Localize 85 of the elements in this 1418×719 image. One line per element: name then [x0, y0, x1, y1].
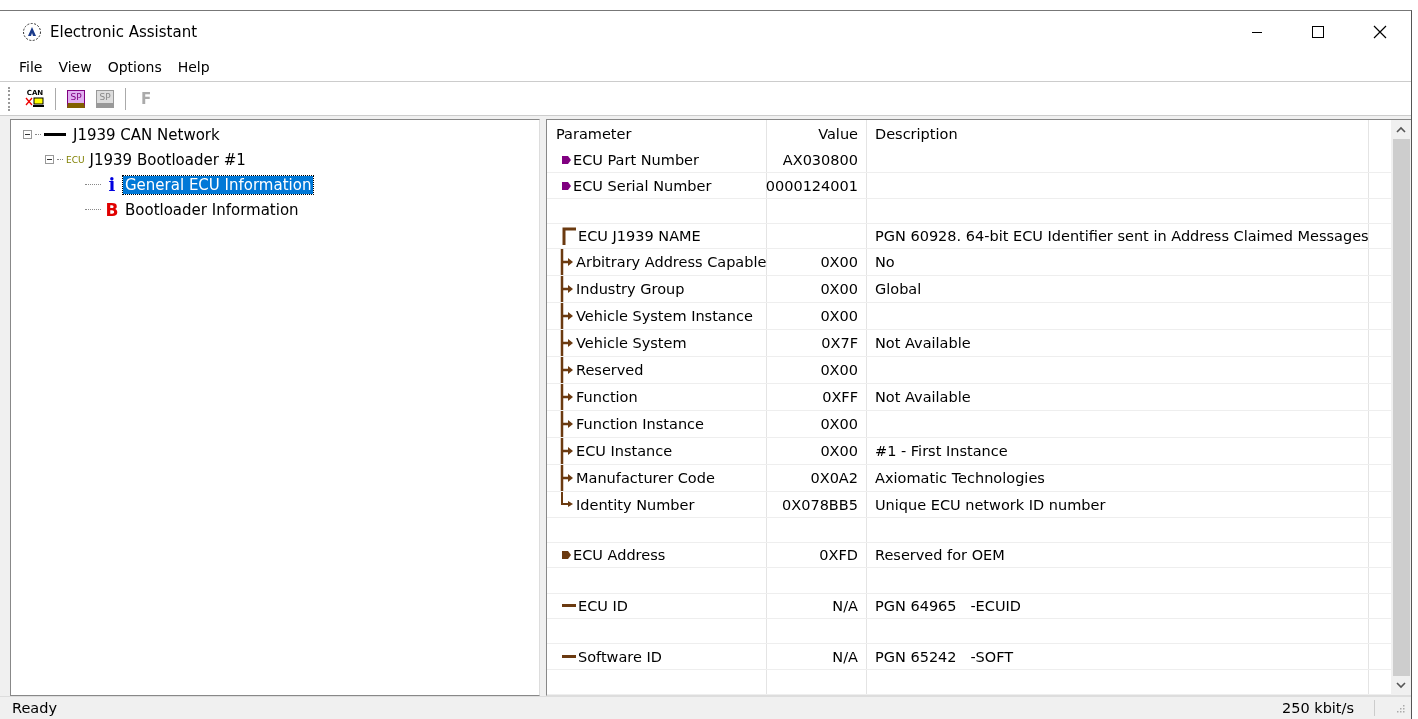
parameter-value: 0X00 — [820, 308, 858, 325]
branch-arrow-icon — [560, 384, 574, 411]
tree-item[interactable]: J1939 CAN Network — [71, 125, 222, 144]
parameter-value: AX030800 — [782, 152, 858, 169]
branch-arrow-icon — [560, 465, 574, 492]
parameter-name: ECU J1939 NAME — [578, 228, 701, 245]
parameter-description: Axiomatic Technologies — [875, 470, 1045, 487]
parameter-description: Reserved for OEM — [875, 547, 1005, 564]
parameter-name: ECU Address — [573, 547, 666, 564]
parameter-description: Unique ECU network ID number — [875, 496, 1106, 513]
network-line-icon — [44, 132, 66, 137]
dash-icon — [562, 604, 576, 608]
scroll-down-icon[interactable] — [1396, 682, 1406, 689]
parameter-description: PGN 60928. 64-bit ECU Identifier sent in Address Claimed Messages — [875, 228, 1369, 245]
parameter-name: ECU Part Number — [573, 152, 699, 169]
column-header[interactable]: Parameter — [547, 120, 767, 149]
parameter-value: 0X00 — [820, 443, 858, 460]
parameter-value: N/A — [832, 648, 858, 665]
parameter-name: ECU Instance — [576, 443, 673, 460]
baud-rate: 250 kbit/s — [1281, 700, 1375, 716]
column-header[interactable]: Description — [867, 120, 1369, 149]
parameter-description: Not Available — [875, 335, 971, 352]
bootloader-glyph: B — [104, 199, 120, 220]
tree-corner-icon — [562, 227, 576, 246]
collapse-icon[interactable] — [23, 130, 32, 139]
parameter-description: PGN 65242 -SOFT — [875, 648, 1014, 665]
parameter-value: N/A — [832, 597, 858, 614]
parameter-name: Arbitrary Address Capable — [576, 254, 767, 271]
branch-arrow-icon — [560, 411, 574, 438]
window-title: Electronic Assistant — [50, 23, 198, 41]
info-glyph: i — [107, 174, 117, 195]
parameter-value: 0XFF — [822, 389, 858, 406]
branch-arrow-icon — [560, 330, 574, 357]
branch-arrow-icon — [560, 357, 574, 384]
parameter-name: Vehicle System — [576, 335, 687, 352]
branch-end-arrow-icon — [560, 492, 574, 509]
close-icon[interactable] — [1373, 25, 1387, 39]
parameter-value: 0X078BB5 — [782, 496, 858, 513]
parameter-value: 0XFD — [819, 547, 858, 564]
tree-item[interactable]: Bootloader Information — [123, 200, 301, 219]
branch-arrow-icon — [560, 303, 574, 330]
parameter-name: ECU ID — [578, 597, 628, 614]
ecu-label: ECU — [66, 154, 85, 165]
status-message: Ready — [12, 700, 57, 716]
maximize-icon[interactable] — [1311, 25, 1325, 39]
menu-item[interactable]: View — [51, 59, 99, 75]
parameter-description: No — [875, 254, 895, 271]
menu-item[interactable]: File — [12, 59, 50, 75]
branch-arrow-icon — [560, 249, 574, 276]
column-header[interactable]: Value — [767, 120, 867, 149]
vertical-scrollbar[interactable] — [1391, 120, 1411, 695]
parameter-value: 0X00 — [820, 254, 858, 271]
network-computer-icon — [25, 97, 45, 107]
parameter-name: Software ID — [578, 648, 662, 665]
parameter-value: 0X00 — [820, 362, 858, 379]
parameter-name: ECU Serial Number — [573, 177, 712, 194]
parameter-value: 0X00 — [820, 416, 858, 433]
tree-item[interactable]: General ECU Information — [123, 175, 314, 194]
parameter-description: Not Available — [875, 389, 971, 406]
menu-item[interactable]: Help — [170, 59, 217, 75]
branch-arrow-icon — [560, 276, 574, 303]
parameter-name: Identity Number — [576, 496, 695, 513]
parameter-name: Manufacturer Code — [576, 470, 715, 487]
parameter-description: Global — [875, 281, 922, 298]
branch-arrow-icon — [560, 438, 574, 465]
parameter-name: Function — [576, 389, 638, 406]
app-logo-icon — [22, 22, 42, 42]
parameter-name: Reserved — [576, 362, 644, 379]
parameter-value: 0X00 — [820, 281, 858, 298]
resize-grip-icon[interactable] — [1395, 703, 1405, 713]
parameter-name: Vehicle System Instance — [576, 308, 753, 325]
scrollbar-thumb[interactable] — [1392, 139, 1410, 676]
tree-item[interactable]: J1939 Bootloader #1 — [87, 150, 248, 169]
parameter-value: 0000124001 — [765, 177, 858, 194]
parameter-name: Industry Group — [576, 281, 685, 298]
dash-icon — [562, 655, 576, 658]
parameter-value: 0X0A2 — [810, 470, 858, 487]
collapse-icon[interactable] — [45, 155, 54, 164]
parameter-name: Function Instance — [576, 416, 704, 433]
parameter-description: #1 - First Instance — [875, 443, 1008, 460]
menu-item[interactable]: Options — [100, 59, 169, 75]
scroll-up-icon[interactable] — [1396, 126, 1406, 133]
open-file-button[interactable]: SP — [63, 85, 89, 112]
parameter-description: PGN 64965 -ECUID — [875, 597, 1021, 614]
parameter-value: 0X7F — [821, 335, 858, 352]
